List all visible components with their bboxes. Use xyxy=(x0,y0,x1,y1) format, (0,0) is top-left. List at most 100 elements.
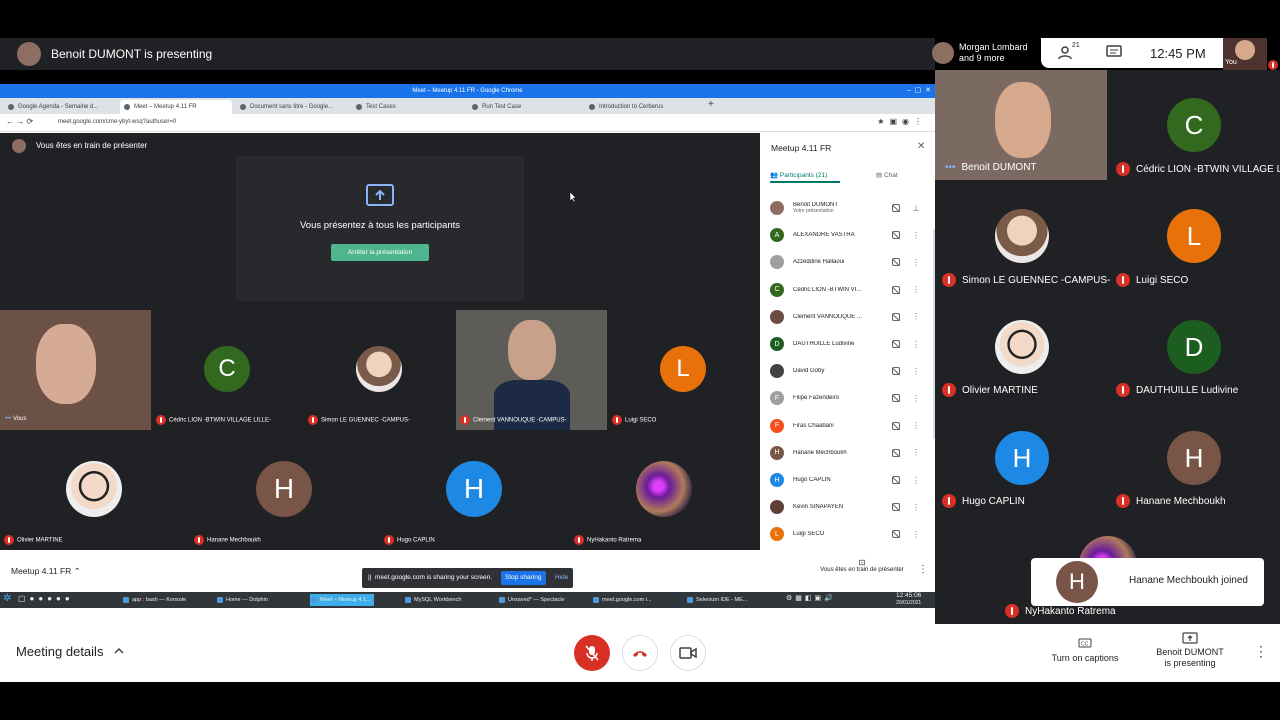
pinned-app-icons[interactable]: ▢●●●●● xyxy=(18,594,74,603)
mic-muted-icon[interactable] xyxy=(892,312,900,321)
people-button[interactable]: 21 xyxy=(1058,42,1080,62)
mic-muted-icon[interactable] xyxy=(892,421,900,430)
tab-participants[interactable]: 👥 Participants (21) xyxy=(770,171,827,179)
tab-run-test-case[interactable]: Run Test Case xyxy=(468,100,580,114)
nav-buttons[interactable]: ← → ⟳ xyxy=(6,117,33,126)
active-tab-indicator xyxy=(770,181,840,183)
more-options-icon[interactable]: ⋮ xyxy=(912,367,920,376)
participant-row[interactable]: H Hugo CAPLIN ⋮ xyxy=(770,467,920,493)
others-indicator[interactable]: Morgan Lombard and 9 more xyxy=(930,38,1040,70)
participant-avatar: H xyxy=(770,445,784,460)
task-meet-sharing[interactable]: meet.google.com i... xyxy=(592,594,652,606)
task-spectacle[interactable]: Unsaved* — Spectacle xyxy=(498,594,565,606)
leave-call-button[interactable] xyxy=(622,635,658,671)
app-launcher-icon[interactable]: ✲ xyxy=(3,593,11,604)
mic-muted-icon[interactable] xyxy=(892,258,900,267)
tab-cerberus[interactable]: Introduction to Cerberus xyxy=(585,100,697,114)
chat-button[interactable] xyxy=(1106,45,1122,64)
close-panel-icon[interactable]: ✕ xyxy=(917,141,925,152)
task-dolphin[interactable]: Home — Dolphin xyxy=(216,594,268,606)
participant-row[interactable]: F Filipe Fazendeiro ⋮ xyxy=(770,385,920,411)
inner-more-options-icon[interactable]: ⋮ xyxy=(918,564,928,575)
participant-row[interactable]: L Luigi SECO ⋮ xyxy=(770,521,920,547)
participant-name: Cédric LION -BTWIN VI... xyxy=(793,286,862,293)
mic-muted-icon[interactable] xyxy=(892,503,900,512)
stop-presenting-button[interactable]: Arrêter la présentation xyxy=(331,244,429,261)
participant-avatar: C xyxy=(770,282,784,297)
tab-chat[interactable]: ▤ Chat xyxy=(876,171,898,179)
mic-muted-icon[interactable] xyxy=(892,285,900,294)
grid-hanane-avatar: H xyxy=(1167,431,1221,485)
stop-sharing-button[interactable]: Stop sharing xyxy=(501,571,546,585)
mic-muted-icon[interactable] xyxy=(892,476,900,484)
participant-row[interactable]: F Firas Chaabani ⋮ xyxy=(770,413,920,439)
tab-google-agenda[interactable]: Google Agenda - Semaine d... xyxy=(4,100,116,114)
participant-row[interactable]: Kevin SINAPAYEN ⋮ xyxy=(770,494,920,520)
more-options-icon[interactable]: ⋮ xyxy=(912,421,920,430)
mic-off-icon xyxy=(942,494,956,508)
more-options-icon[interactable]: ⋮ xyxy=(912,448,920,457)
participant-avatar xyxy=(770,255,784,270)
participant-row[interactable]: H Hanane Mechboukh ⋮ xyxy=(770,440,920,466)
url-field[interactable]: meet.google.com/cme-ybyt-wsq?authuser=0 xyxy=(58,119,176,125)
mic-off-icon xyxy=(942,273,956,287)
participant-row[interactable]: Benoit DUMONT Votre présentation ⊥ xyxy=(770,195,920,221)
participant-row[interactable]: D DAUTHUILLE Ludivine ⋮ xyxy=(770,331,920,357)
mic-muted-icon[interactable] xyxy=(892,231,900,240)
tile-hanane-name: Hanane Mechboukh xyxy=(207,537,261,544)
self-preview[interactable]: You xyxy=(1223,38,1267,70)
more-options-icon[interactable]: ⋮ xyxy=(912,285,920,294)
mic-muted-icon[interactable] xyxy=(892,530,900,539)
mic-off-icon xyxy=(942,383,956,397)
extension-icons[interactable]: ★▣◉⋮ xyxy=(877,117,927,126)
task-meet[interactable]: Meet – Meetup 4.1... xyxy=(310,594,375,606)
task-konsole[interactable]: app : bash — Konsole xyxy=(122,594,186,606)
pin-icon[interactable]: ⊥ xyxy=(912,204,920,213)
more-options-icon[interactable]: ⋮ xyxy=(912,476,920,485)
tile-luigi-name: Luigi SECO xyxy=(625,417,657,424)
participant-subtitle: Votre présentation xyxy=(793,208,834,214)
more-options-icon[interactable]: ⋮ xyxy=(912,394,920,403)
camera-toggle-button[interactable] xyxy=(670,635,706,671)
participant-row[interactable]: A ALEXANDRE VASTRA ⋮ xyxy=(770,222,920,248)
system-tray-icons[interactable]: ⚙▦◧▣🔊 xyxy=(786,594,836,602)
inner-meet-footer: Meetup 4.11 FR ⌃ || meet.google.com is s… xyxy=(0,550,935,592)
presenter-bar: Benoit DUMONT is presenting xyxy=(0,38,935,70)
task-mysql[interactable]: MySQL Workbench xyxy=(404,594,461,606)
more-options-icon[interactable]: ⋮ xyxy=(912,231,920,240)
tile-clement-video: Clement VANNOUQUE -CAMPUS- xyxy=(456,310,607,430)
more-options-icon[interactable]: ⋮ xyxy=(912,312,920,321)
mic-off-icon xyxy=(194,535,204,545)
meeting-details-button[interactable]: Meeting details xyxy=(16,644,125,659)
others-avatar xyxy=(932,42,954,64)
tab-document[interactable]: Document sans titre - Google... xyxy=(236,100,348,114)
more-options-icon[interactable]: ⋮ xyxy=(912,340,920,349)
participant-row[interactable]: Azzeddine Hallaoui ⋮ xyxy=(770,249,920,275)
hide-button[interactable]: Hide xyxy=(555,574,568,581)
presenting-button[interactable]: Benoit DUMONT is presenting xyxy=(1145,632,1235,669)
more-options-icon[interactable]: ⋮ xyxy=(1254,643,1268,660)
tab-test-cases[interactable]: Test Cases xyxy=(352,100,464,114)
inner-presenting-button[interactable]: ⊡ Vous êtes en train de présenter xyxy=(812,558,912,573)
mic-toggle-button[interactable] xyxy=(574,635,610,671)
more-options-icon[interactable]: ⋮ xyxy=(912,258,920,267)
participant-row[interactable]: Clement VANNOUQUE ... ⋮ xyxy=(770,304,920,330)
shared-browser-window: Meet – Meetup 4.11 FR - Google Chrome – … xyxy=(0,84,935,624)
participant-row[interactable]: David Goby ⋮ xyxy=(770,358,920,384)
more-options-icon[interactable]: ⋮ xyxy=(912,530,920,539)
participant-row[interactable]: C Cédric LION -BTWIN VI... ⋮ xyxy=(770,277,920,303)
mic-muted-icon[interactable] xyxy=(892,367,900,376)
mic-muted-icon[interactable] xyxy=(892,204,900,212)
mic-muted-icon[interactable] xyxy=(892,448,900,457)
more-options-icon[interactable]: ⋮ xyxy=(912,503,920,512)
tab-meet[interactable]: Meet – Meetup 4.11 FR xyxy=(120,100,232,114)
window-controls[interactable]: – ▢ ✕ xyxy=(907,84,931,98)
mic-off-icon xyxy=(1005,604,1019,618)
task-selenium[interactable]: Selenium IDE - ME... xyxy=(686,594,747,606)
new-tab-button[interactable]: + xyxy=(708,99,714,110)
captions-button[interactable]: CC Turn on captions xyxy=(1040,638,1130,663)
mic-muted-icon[interactable] xyxy=(892,394,900,403)
mic-muted-icon[interactable] xyxy=(892,340,900,348)
url-bar: ← → ⟳ meet.google.com/cme-ybyt-wsq?authu… xyxy=(0,114,935,132)
inner-meeting-details[interactable]: Meetup 4.11 FR ⌃ xyxy=(11,566,81,577)
